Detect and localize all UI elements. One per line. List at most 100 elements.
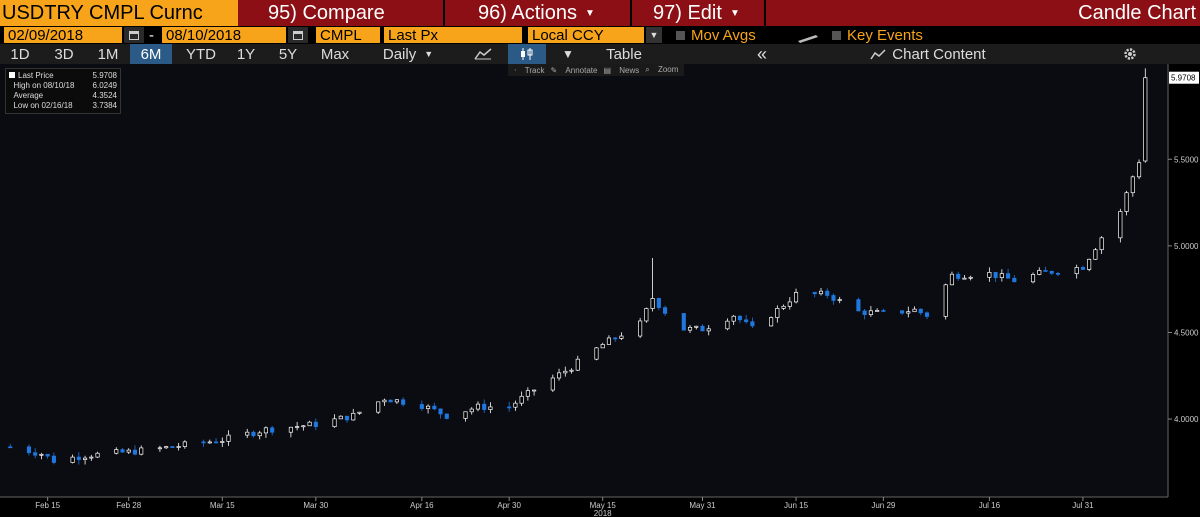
candle-body [507,406,512,409]
actions-caret-icon: ▼ [584,7,595,19]
candle-body [862,310,867,315]
x-tick-label: Feb 15 [35,501,60,510]
candle-body [220,441,225,443]
candle-body [575,358,580,371]
candle-body [95,452,100,458]
table-button[interactable]: Table [592,44,656,64]
currency-dropdown-icon[interactable]: ▼ [646,27,662,43]
candle-body [469,408,474,413]
candle-body [943,284,948,317]
candle-body [812,291,817,295]
track-tool[interactable]: ⋅ Track [514,66,544,75]
source-input[interactable]: CMPL [316,27,380,44]
candle-body [1093,249,1098,260]
last-price-swatch-icon [9,72,15,78]
annotate-tool[interactable]: ✎ Annotate [550,66,597,75]
header-divider [630,0,632,26]
range-max[interactable]: Max [312,44,358,64]
edit-button[interactable]: 97) Edit ▼ [653,0,763,26]
chart-content-button[interactable]: Chart Content [858,44,998,64]
candle-body [737,315,742,321]
candle-body [89,456,94,459]
mov-avgs-toggle[interactable]: Mov Avgs [676,26,756,44]
line-chart-icon[interactable] [468,44,498,64]
legend-avg-label: Average [13,91,44,100]
x-tick-label: Apr 30 [497,501,521,510]
candle-body [1037,270,1042,275]
start-calendar-icon[interactable] [124,27,144,43]
candle-body [687,326,693,331]
edit-label: 97) Edit [653,1,722,24]
candle-body [563,370,568,374]
key-events-checkbox-icon [832,30,841,40]
candle-body [1080,267,1085,270]
compare-button[interactable]: 95) Compare [268,0,418,26]
candle-body [257,432,262,437]
range-1d[interactable]: 1D [4,44,36,64]
gear-icon[interactable] [1116,44,1144,64]
x-tick-label: Jun 15 [784,501,809,510]
ticker-field[interactable]: USDTRY CMPL Curnc [0,0,238,26]
candle-body [1006,273,1011,279]
candle-body [1055,273,1061,275]
legend-last-value: 5.9708 [92,71,117,80]
x-tick-label: Jun 29 [871,501,896,510]
range-1y[interactable]: 1Y [230,44,262,64]
candle-body [213,441,219,444]
candle-body [825,290,830,296]
candle-body [263,427,268,434]
candle-body [438,408,443,415]
candle-body [1049,270,1054,274]
candle-body [513,402,518,408]
candle-body [357,411,362,414]
start-date-input[interactable]: 02/09/2018 [4,27,122,44]
range-ytd[interactable]: YTD [180,44,222,64]
candle-body [39,453,44,456]
candle-body [681,313,686,331]
candle-body [419,404,424,409]
end-calendar-icon[interactable] [288,27,308,43]
pencil-icon[interactable] [796,30,820,43]
last-price-label: 5.9708 [1171,74,1196,83]
range-6m[interactable]: 6M [130,44,172,64]
zoom-tool[interactable]: ⌕ Zoom [645,65,678,75]
period-label: Daily [382,45,417,63]
candle-body [295,426,300,428]
range-1m[interactable]: 1M [90,44,126,64]
legend-high-label: High on 08/10/18 [13,81,75,90]
range-3d[interactable]: 3D [46,44,82,64]
x-tick-label: Feb 28 [116,501,141,510]
candle-body [1124,192,1129,212]
candle-chart-icon[interactable] [508,44,546,64]
x-tick-label: Apr 16 [410,501,434,510]
actions-button[interactable]: 96) Actions ▼ [478,0,628,26]
candle-chart[interactable]: 4.0000 4.5000 5.0000 5.5000 Feb 15 Feb 28 Mar … [0,64,1200,517]
chart-style-caret-icon[interactable]: ▼ [556,44,580,64]
candle-body [1012,277,1017,283]
price-field-input[interactable]: Last Px [384,27,522,44]
candle-body [731,315,736,322]
collapse-icon[interactable]: « [748,44,776,64]
mov-avgs-label: Mov Avgs [691,26,756,44]
candle-body [126,449,131,453]
candle-body [750,321,755,327]
candle-body [45,453,50,457]
x-tick-label: Jul 16 [979,501,1001,510]
news-tool[interactable]: ▤ News [603,66,639,75]
edit-caret-icon: ▼ [729,7,740,19]
candle-body [912,308,917,313]
candle-body [132,449,138,455]
key-events-toggle[interactable]: Key Events [832,27,923,44]
end-date-input[interactable]: 08/10/2018 [162,27,286,44]
range-5y[interactable]: 5Y [270,44,306,64]
candle-body [557,372,562,379]
candle-body [70,456,75,463]
candle-body [1130,176,1135,194]
period-select[interactable]: Daily ▼ [366,44,450,64]
currency-select[interactable]: Local CCY [528,27,644,44]
period-caret-icon: ▼ [424,49,434,59]
candle-body [999,273,1004,278]
date-separator: - [149,27,154,44]
candle-body [1030,274,1036,283]
candle-body [176,446,181,448]
